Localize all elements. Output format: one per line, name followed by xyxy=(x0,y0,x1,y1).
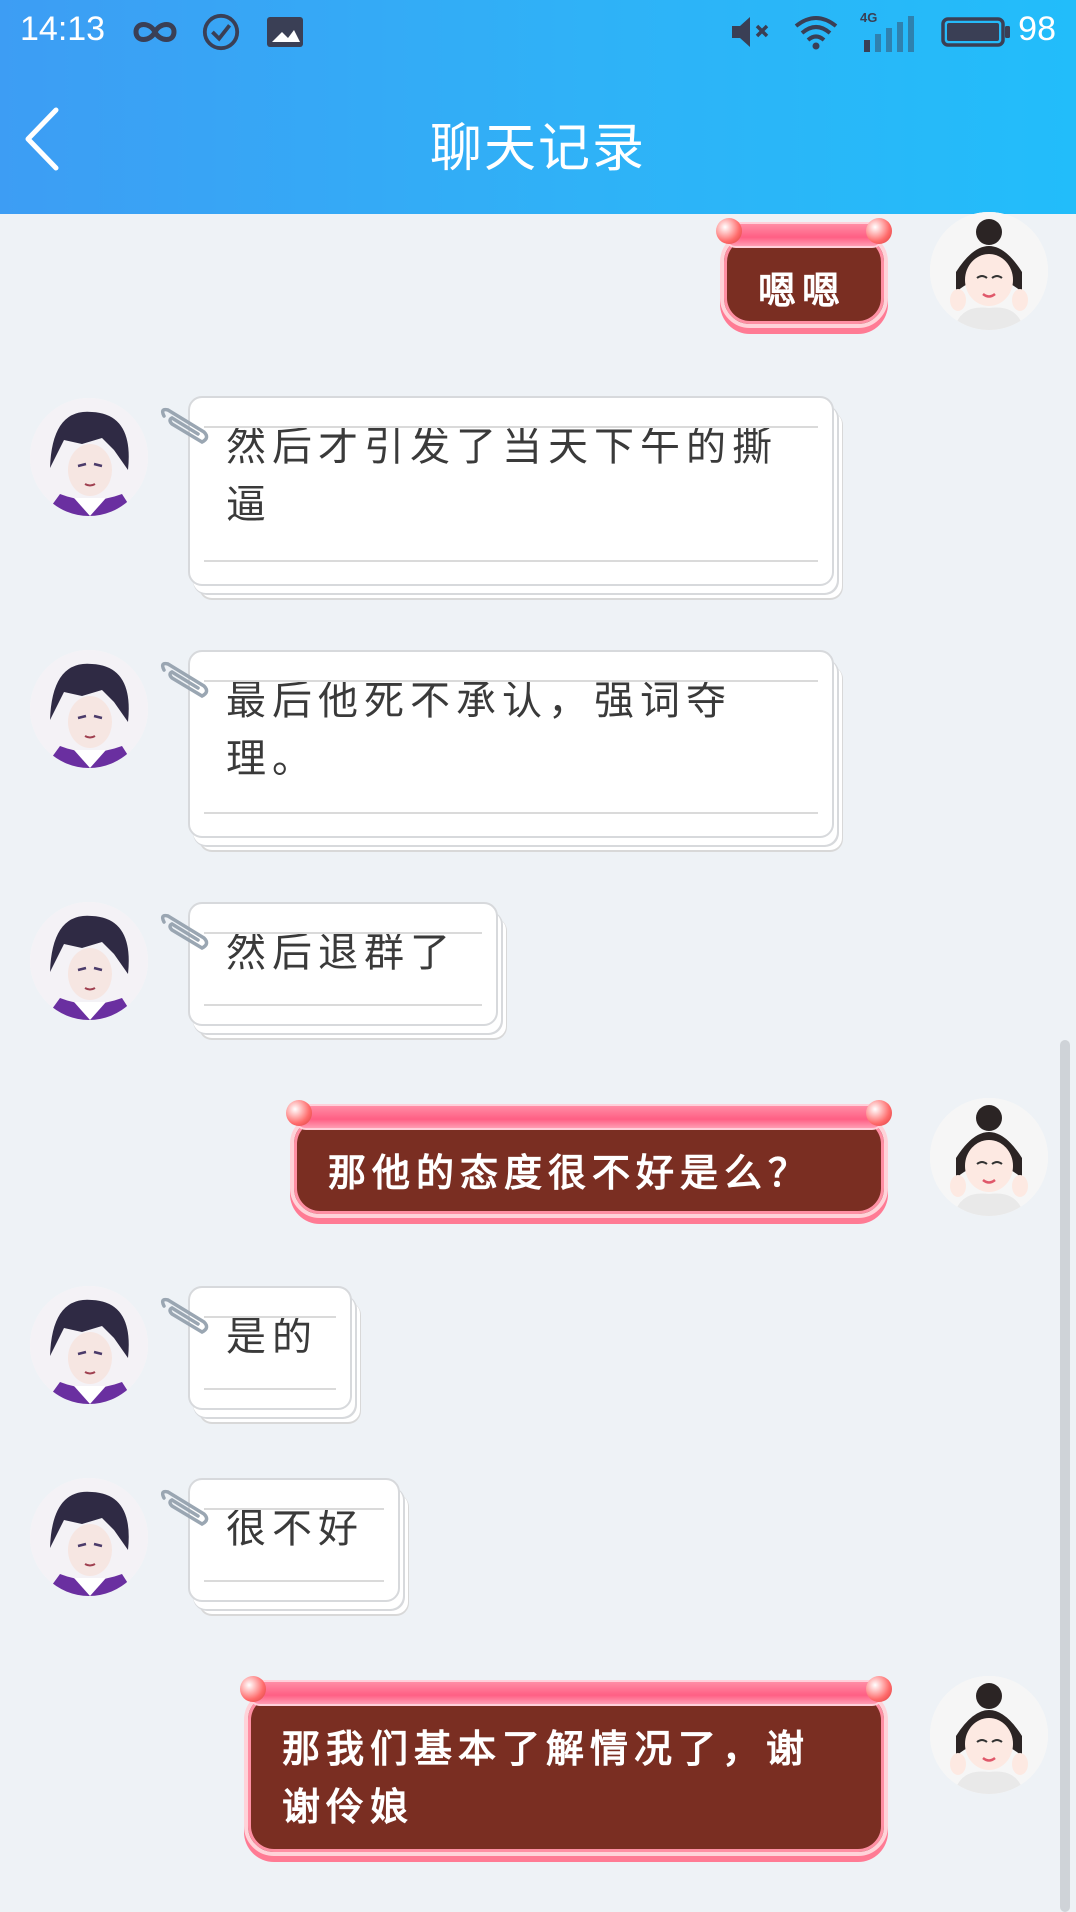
status-time: 14:13 xyxy=(20,10,106,48)
paperclip-icon xyxy=(160,407,209,444)
ribbon-knob xyxy=(716,218,742,244)
message-text: 那他的态度很不好是么？ xyxy=(328,1151,813,1195)
message-text: 那我们基本了解情况了，谢谢伶娘 xyxy=(282,1727,811,1829)
ribbon-knob xyxy=(866,1100,892,1126)
outgoing-bubble[interactable]: 那我们基本了解情况了，谢谢伶娘 xyxy=(240,1676,892,1856)
message-text: 很不好 xyxy=(226,1506,364,1552)
avatar-contact[interactable] xyxy=(30,398,148,516)
paperclip-icon xyxy=(160,1297,209,1334)
ribbon-knob xyxy=(286,1100,312,1126)
message-text: 是的 xyxy=(226,1314,318,1360)
bubble-ribbon xyxy=(294,1104,884,1130)
page-title: 聊天记录 xyxy=(429,119,646,179)
avatar-self[interactable] xyxy=(930,1098,1048,1216)
scrollbar[interactable] xyxy=(1060,1040,1070,1912)
bubble-ribbon xyxy=(724,222,884,248)
message-text: 然后才引发了当天下午的撕逼 xyxy=(226,424,778,528)
app-header: 14:13 4G 98 聊天记录 xyxy=(0,0,1076,214)
image-icon xyxy=(267,17,303,47)
avatar-contact[interactable] xyxy=(30,902,148,1020)
infinity-icon xyxy=(133,22,177,42)
incoming-bubble[interactable]: 最后他死不承认，强词夺理。 xyxy=(188,650,834,838)
incoming-bubble[interactable]: 然后才引发了当天下午的撕逼 xyxy=(188,396,834,586)
signal-icon: 4G xyxy=(860,10,922,56)
check-circle-icon xyxy=(202,13,240,51)
incoming-bubble[interactable]: 然后退群了 xyxy=(188,902,498,1026)
avatar-self[interactable] xyxy=(930,1676,1048,1794)
incoming-bubble[interactable]: 是的 xyxy=(188,1286,352,1410)
ribbon-knob xyxy=(866,1676,892,1702)
bubble-ribbon xyxy=(248,1680,884,1706)
paperclip-icon xyxy=(160,1489,209,1526)
message-text: 嗯嗯 xyxy=(758,269,847,313)
message-text: 最后他死不承认，强词夺理。 xyxy=(226,678,732,782)
battery-icon xyxy=(941,17,1010,47)
wifi-icon xyxy=(794,16,838,50)
avatar-contact[interactable] xyxy=(30,650,148,768)
message-text: 然后退群了 xyxy=(226,930,456,976)
outgoing-bubble[interactable]: 那他的态度很不好是么？ xyxy=(286,1100,892,1218)
avatar-contact[interactable] xyxy=(30,1478,148,1596)
paperclip-icon xyxy=(160,661,209,698)
mute-icon xyxy=(732,17,769,47)
paperclip-icon xyxy=(160,913,209,950)
ribbon-knob xyxy=(866,218,892,244)
incoming-bubble[interactable]: 很不好 xyxy=(188,1478,400,1602)
avatar-contact[interactable] xyxy=(30,1286,148,1404)
title-bar: 聊天记录 xyxy=(0,96,1076,186)
ribbon-knob xyxy=(240,1676,266,1702)
status-bar: 14:13 4G 98 xyxy=(0,0,1076,66)
avatar-self[interactable] xyxy=(930,212,1048,330)
battery-level: 98 xyxy=(1018,10,1056,48)
outgoing-bubble[interactable]: 嗯嗯 xyxy=(716,218,892,328)
